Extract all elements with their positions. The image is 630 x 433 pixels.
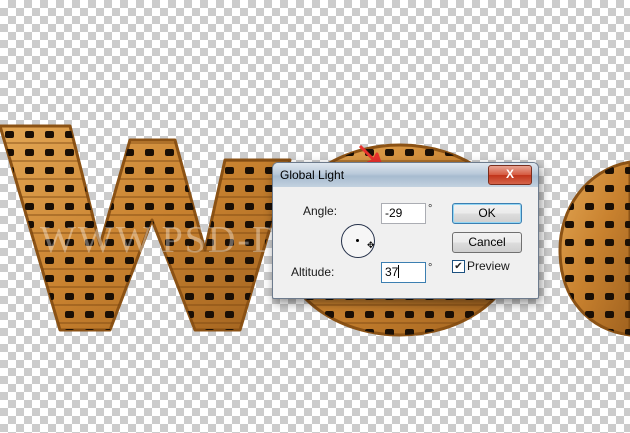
- checkbox-check-icon: ✔: [454, 261, 463, 272]
- altitude-label: Altitude:: [291, 265, 335, 279]
- altitude-value: 37: [385, 265, 399, 279]
- angle-label: Angle:: [303, 204, 338, 218]
- global-light-dialog: Global Light X Angle: -29 ° ✥ Altitude: …: [272, 162, 539, 299]
- ok-button[interactable]: OK: [452, 203, 522, 224]
- move-cursor-icon: ✥: [367, 240, 375, 250]
- preview-checkbox[interactable]: ✔: [452, 260, 465, 273]
- altitude-input[interactable]: 37: [381, 262, 426, 283]
- altitude-degree-symbol: °: [428, 262, 433, 274]
- angle-dial-icon[interactable]: ✥: [341, 224, 375, 258]
- dialog-title: Global Light: [280, 168, 345, 182]
- angle-input[interactable]: -29: [381, 203, 426, 224]
- close-button[interactable]: X: [488, 165, 532, 185]
- cancel-button[interactable]: Cancel: [452, 232, 522, 253]
- close-icon: X: [505, 167, 514, 181]
- angle-degree-symbol: °: [428, 203, 433, 215]
- dial-center-dot: [356, 239, 359, 242]
- dialog-titlebar[interactable]: Global Light X: [273, 163, 538, 187]
- text-caret: [398, 265, 400, 278]
- preview-label[interactable]: Preview: [467, 259, 510, 273]
- dialog-client-area: Angle: -29 ° ✥ Altitude: 37 ° OK Cancel …: [276, 188, 535, 295]
